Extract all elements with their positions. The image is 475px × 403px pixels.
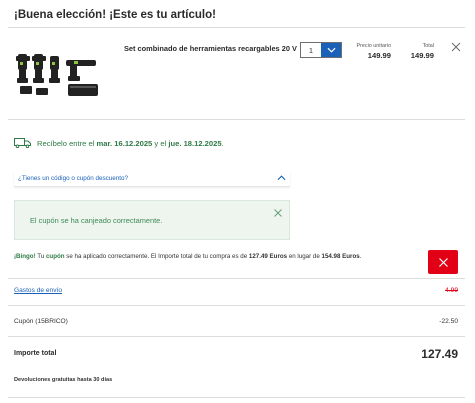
bingo-text-1: Tu <box>35 253 46 260</box>
shipping-costs-link[interactable]: Gastos de envío <box>14 287 62 294</box>
truck-icon <box>14 138 31 148</box>
coupon-discount-value: -22.50 <box>439 318 458 325</box>
bingo-coupon-word: cupón <box>45 253 65 260</box>
delivery-prefix: Recíbelo entre el <box>37 138 95 148</box>
close-icon <box>438 257 448 267</box>
delivery-middle: y el <box>154 138 167 148</box>
coupon-success-alert: El cupón se ha canjeado correctamente. <box>14 200 290 240</box>
bingo-old-total: 154.98 Euros <box>321 253 360 260</box>
chevron-down-icon <box>326 47 336 53</box>
delivery-estimate: Recíbelo entre el mar. 16.12.2025 y el j… <box>14 138 224 148</box>
coupon-toggle[interactable]: ¿Tienes un código o cupón descuento? <box>14 170 290 187</box>
product-image[interactable] <box>14 50 104 98</box>
bingo-text-2: se ha aplicado correctamente. El Importe… <box>64 253 249 260</box>
shipping-costs-value: 4.99 <box>445 287 458 294</box>
divider <box>8 27 465 28</box>
delivery-suffix: . <box>221 138 224 148</box>
quantity-select[interactable]: 1 <box>300 42 342 58</box>
coupon-code-label: Cupón (15BRICO) <box>14 318 68 325</box>
close-icon[interactable] <box>274 209 282 217</box>
bingo-lead: ¡Bingo! <box>14 253 36 260</box>
coupon-toggle-label: ¿Tienes un código o cupón descuento? <box>18 174 129 182</box>
bingo-new-total: 127.49 Euros <box>248 253 288 260</box>
remove-coupon-button[interactable] <box>428 250 458 274</box>
coupon-success-message: El cupón se ha canjeado correctamente. <box>30 216 163 225</box>
divider <box>8 278 465 279</box>
total-label: Total <box>422 43 434 49</box>
bingo-text-4: . <box>359 253 362 260</box>
remove-item-icon[interactable] <box>451 42 461 52</box>
divider <box>8 119 465 120</box>
delivery-to-date: jue. 18.12.2025 <box>168 138 222 148</box>
quantity-value[interactable]: 1 <box>301 43 321 57</box>
divider <box>8 336 465 337</box>
total-value: 149.99 <box>410 51 434 60</box>
divider <box>8 305 465 306</box>
order-total-label: Importe total <box>14 350 57 357</box>
product-name[interactable]: Set combinado de herramientas recargable… <box>124 44 297 53</box>
coupon-applied-message: ¡Bingo! Tu cupón se ha aplicado correcta… <box>14 253 361 260</box>
free-returns-note: Devoluciones gratuitas hasta 30 días <box>14 377 113 383</box>
quantity-dropdown-button[interactable] <box>321 43 341 57</box>
order-total-value: 127.49 <box>421 347 458 361</box>
divider <box>8 397 465 398</box>
delivery-from-date: mar. 16.12.2025 <box>96 138 153 148</box>
unit-price-label: Precio unitario <box>356 43 391 49</box>
bingo-text-3: en lugar de <box>287 253 322 260</box>
chevron-up-icon <box>277 175 286 181</box>
page-title: ¡Buena elección! ¡Este es tu artículo! <box>14 9 216 21</box>
unit-price-value: 149.99 <box>367 51 391 60</box>
